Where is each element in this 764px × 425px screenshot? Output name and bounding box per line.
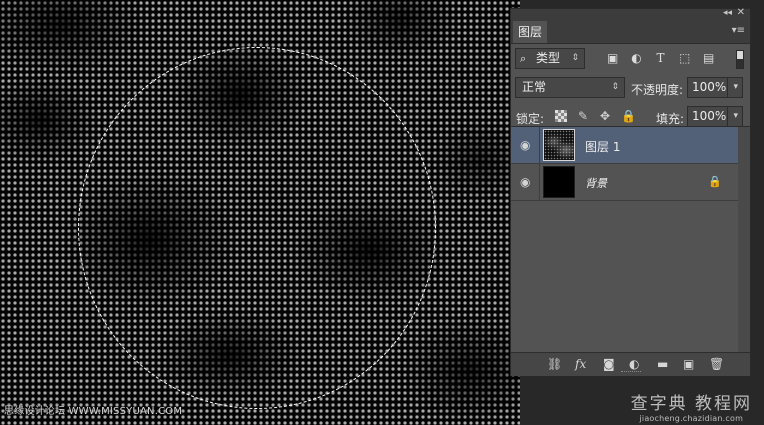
canvas-image-shading bbox=[0, 0, 520, 425]
divider bbox=[539, 164, 540, 201]
opacity-label: 不透明度: bbox=[631, 83, 684, 97]
layers-panel: ◂◂ ✕ 图层 ▾≡ ⌕ 类型 ⇕ ▣ ◐ T ⬚ ▤ 正常 ⇕ 不透明度: 1… bbox=[510, 7, 751, 376]
watermark-right: 查字典 教程网 jiaocheng.chazidian.com bbox=[631, 389, 752, 423]
collapse-icon[interactable]: ◂◂ bbox=[723, 8, 732, 18]
visibility-eye-icon[interactable]: ◉ bbox=[520, 175, 530, 189]
filter-row: ⌕ 类型 ⇕ ▣ ◐ T ⬚ ▤ bbox=[511, 44, 750, 73]
filter-kind-label: 类型 bbox=[536, 51, 561, 65]
filter-kind-dropdown[interactable]: ⌕ 类型 ⇕ bbox=[515, 48, 585, 69]
layer-thumbnail[interactable] bbox=[543, 166, 575, 198]
shape-filter-icon[interactable]: ⬚ bbox=[679, 52, 690, 64]
resize-grip[interactable] bbox=[621, 371, 641, 374]
smart-object-filter-icon[interactable]: ▤ bbox=[703, 52, 714, 64]
updown-arrow-icon: ⇕ bbox=[571, 53, 579, 63]
watermark-left: 思缘设计论坛 WWW.MISSYUAN.COM bbox=[4, 406, 183, 417]
new-group-icon[interactable]: ▬ bbox=[657, 357, 668, 371]
blend-mode-dropdown[interactable]: 正常 ⇕ bbox=[515, 77, 625, 98]
adjustment-layer-icon[interactable]: ◐ bbox=[629, 357, 639, 371]
watermark-right-url: jiaocheng.chazidian.com bbox=[639, 414, 744, 423]
lock-image-pixels-icon[interactable]: ✎ bbox=[577, 110, 589, 122]
add-mask-icon[interactable]: ◙ bbox=[603, 357, 615, 371]
opacity-field[interactable]: 100% bbox=[687, 77, 727, 98]
layers-scrollbar[interactable] bbox=[738, 127, 750, 353]
updown-arrow-icon: ⇕ bbox=[611, 82, 619, 92]
watermark-right-title: 查字典 教程网 bbox=[630, 394, 752, 414]
lock-transparent-pixels-icon[interactable] bbox=[555, 110, 567, 122]
lock-all-icon[interactable]: 🔒 bbox=[621, 110, 636, 122]
fill-slider-button[interactable]: ▾ bbox=[727, 106, 743, 127]
panel-menu-icon[interactable]: ▾≡ bbox=[732, 25, 745, 36]
close-icon[interactable]: ✕ bbox=[737, 7, 745, 18]
layer-row-layer-1[interactable]: ◉ 图层 1 bbox=[511, 127, 738, 164]
search-icon: ⌕ bbox=[520, 52, 527, 65]
elliptical-selection-marquee bbox=[78, 47, 436, 409]
lock-label: 锁定: bbox=[516, 112, 545, 126]
panel-tab-row: 图层 ▾≡ bbox=[511, 21, 750, 44]
chevron-down-icon: ▾ bbox=[733, 82, 738, 92]
lock-icon: 🔒 bbox=[708, 175, 722, 188]
layer-row-background[interactable]: ◉ 背景 🔒 bbox=[511, 164, 738, 201]
layer-name[interactable]: 图层 1 bbox=[585, 138, 620, 155]
opacity-slider-button[interactable]: ▾ bbox=[727, 77, 743, 98]
blend-row: 正常 ⇕ 不透明度: 100% ▾ bbox=[511, 73, 750, 102]
layer-thumbnail[interactable] bbox=[543, 129, 575, 161]
fill-field[interactable]: 100% bbox=[687, 106, 727, 127]
link-layers-icon[interactable]: ⛓ bbox=[547, 357, 562, 371]
panel-title-bar[interactable]: ◂◂ ✕ bbox=[511, 7, 750, 21]
layer-name[interactable]: 背景 bbox=[585, 175, 607, 191]
document-canvas[interactable]: 思缘设计论坛 WWW.MISSYUAN.COM bbox=[0, 0, 520, 425]
image-filter-icon[interactable]: ▣ bbox=[607, 52, 618, 64]
type-filter-icon[interactable]: T bbox=[655, 52, 666, 64]
chevron-down-icon: ▾ bbox=[733, 111, 738, 121]
delete-layer-icon[interactable]: 🗑 bbox=[709, 357, 724, 371]
visibility-eye-icon[interactable]: ◉ bbox=[520, 138, 530, 152]
new-layer-icon[interactable]: ▣ bbox=[683, 357, 694, 371]
divider bbox=[539, 127, 540, 164]
tab-layers[interactable]: 图层 bbox=[513, 21, 548, 43]
filter-toggle-switch[interactable] bbox=[736, 50, 744, 69]
fill-label: 填充: bbox=[656, 112, 685, 126]
adjustment-filter-icon[interactable]: ◐ bbox=[631, 52, 642, 64]
blend-mode-value: 正常 bbox=[522, 80, 547, 94]
lock-position-icon[interactable]: ✥ bbox=[599, 110, 611, 122]
fx-icon[interactable]: fx bbox=[575, 357, 586, 371]
layers-list: ◉ 图层 1 ◉ 背景 🔒 bbox=[511, 126, 750, 353]
